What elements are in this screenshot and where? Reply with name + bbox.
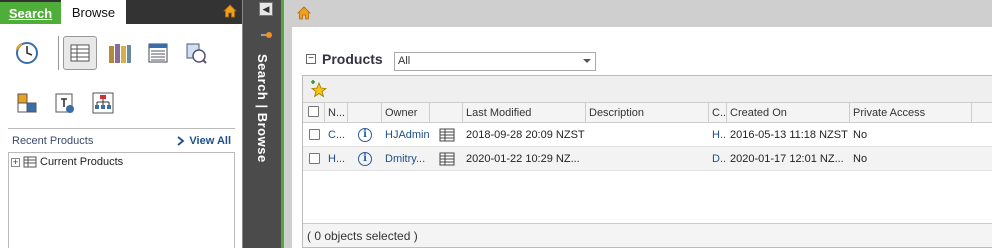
cell-name[interactable]: C... [325, 123, 348, 146]
products-filter-select[interactable]: All [394, 52, 596, 71]
selection-status: ( 0 objects selected ) [303, 223, 992, 247]
home-icon[interactable] [222, 3, 238, 19]
column-header-icon[interactable] [430, 103, 463, 122]
add-favorite-star-icon[interactable] [309, 80, 327, 98]
collapsed-navigator-strip[interactable]: ◀ Search | Browse [243, 0, 281, 248]
column-header-owner[interactable]: Owner [382, 103, 430, 122]
cell-owner[interactable]: HJAdmin [382, 123, 430, 146]
row-checkbox-cell [303, 147, 325, 170]
cell-type [430, 123, 463, 146]
cell-c: H... [712, 128, 727, 141]
hierarchy-tree-icon[interactable] [86, 86, 120, 120]
cell-private-access: No [853, 152, 868, 165]
info-icon[interactable]: i [358, 127, 372, 142]
product-hierarchy-icon [23, 156, 37, 168]
cell-description [586, 123, 709, 146]
grid-header-row: N... Owner Last Modified Description C..… [303, 103, 992, 123]
workflow-icon[interactable] [48, 86, 82, 120]
cell-private-access: No [853, 128, 868, 141]
left-panel: Search Browse Recent Products View All +… [0, 0, 243, 248]
table-row[interactable]: H... i Dmitry... 2020-01-22 10:29 NZ... … [303, 147, 992, 171]
cell-info: i [348, 123, 382, 146]
cell-created-on: 2016-05-13 11:18 NZST [730, 128, 848, 141]
cell-created-on: 2020-01-17 12:01 NZ... [730, 152, 844, 165]
main-area: − Products All N... Owner Last Modified … [284, 0, 992, 248]
cell-last-modified: 2018-09-28 20:09 NZST [466, 128, 585, 141]
product-hierarchy-icon [439, 152, 454, 165]
strip-label[interactable]: Search | Browse [255, 54, 270, 163]
main-topbar [284, 0, 992, 26]
collapse-left-icon[interactable]: ◀ [259, 2, 273, 16]
expand-plus-icon[interactable]: + [11, 157, 20, 167]
product-hierarchy-icon[interactable] [63, 36, 97, 70]
select-all-checkbox-cell [303, 103, 325, 122]
column-header-c[interactable]: C... [709, 103, 727, 122]
chevron-down-icon [583, 59, 591, 63]
cell-name[interactable]: H... [325, 147, 348, 170]
table-view-icon[interactable] [141, 36, 175, 70]
products-filter-value: All [398, 55, 411, 67]
grid-toolbar [303, 76, 992, 103]
tab-search[interactable]: Search [0, 2, 61, 24]
pin-icon[interactable] [261, 30, 273, 40]
select-all-checkbox[interactable] [308, 106, 319, 117]
tree-item[interactable]: + Current Products [11, 156, 232, 168]
cell-description [586, 147, 709, 170]
collapse-minus-icon[interactable]: − [306, 54, 316, 64]
left-tab-bar: Search Browse [0, 0, 242, 24]
info-icon[interactable]: i [358, 151, 372, 166]
recent-clock-icon[interactable] [10, 36, 44, 70]
products-grid: N... Owner Last Modified Description C..… [302, 75, 992, 248]
column-header-name[interactable]: N... [325, 103, 348, 122]
column-header-private-access[interactable]: Private Access [850, 103, 972, 122]
browse-tools-row-2 [10, 86, 120, 120]
view-all-link[interactable]: View All [177, 135, 231, 147]
cell-last-modified: 2020-01-22 10:29 NZ... [466, 152, 580, 165]
recent-products-title: Recent Products [12, 134, 94, 147]
cell-c: D... [712, 152, 727, 165]
recent-products-header: Recent Products View All [8, 128, 235, 152]
row-checkbox[interactable] [308, 153, 320, 164]
cell-type [430, 147, 463, 170]
product-hierarchy-icon [439, 128, 454, 141]
products-panel: − Products All N... Owner Last Modified … [292, 27, 992, 248]
view-all-label: View All [189, 134, 231, 147]
classification-books-icon[interactable] [103, 36, 137, 70]
tab-browse[interactable]: Browse [61, 0, 126, 24]
row-checkbox[interactable] [308, 129, 320, 140]
chevron-right-icon [177, 135, 185, 146]
column-header-created-on[interactable]: Created On [727, 103, 850, 122]
cell-info: i [348, 147, 382, 170]
tree-item-label: Current Products [40, 156, 124, 168]
products-title: Products [322, 51, 383, 67]
database-search-icon[interactable] [179, 36, 213, 70]
column-header-info[interactable] [348, 103, 382, 122]
home-icon[interactable] [296, 5, 312, 21]
row-checkbox-cell [303, 123, 325, 146]
column-header-last-modified[interactable]: Last Modified [463, 103, 586, 122]
column-header-description[interactable]: Description [586, 103, 709, 122]
recent-products-tree: + Current Products [8, 152, 235, 248]
assets-icon[interactable] [10, 86, 44, 120]
cell-owner[interactable]: Dmitry... [382, 147, 430, 170]
table-row[interactable]: C... i HJAdmin 2018-09-28 20:09 NZST H..… [303, 123, 992, 147]
products-header: − Products [306, 51, 383, 67]
browse-tools-row-1 [10, 36, 213, 70]
